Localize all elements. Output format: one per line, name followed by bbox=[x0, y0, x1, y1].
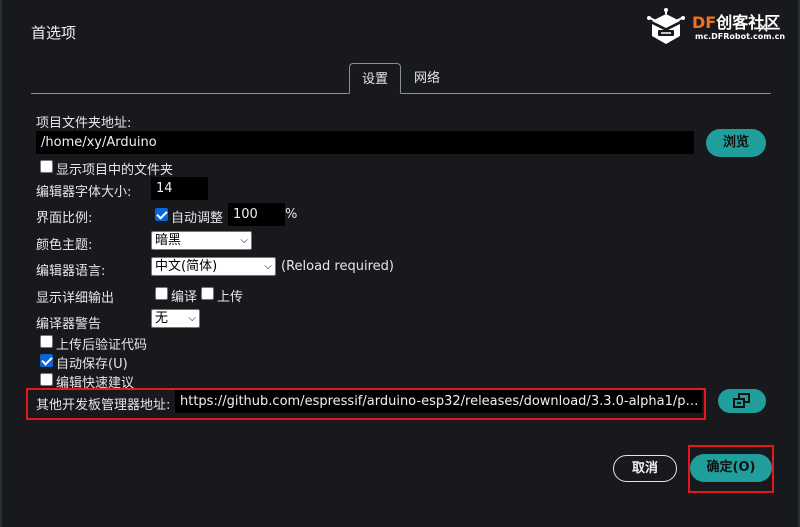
tab-settings[interactable]: 设置 bbox=[349, 63, 401, 94]
font-size-input[interactable]: 14 bbox=[151, 177, 208, 200]
theme-select[interactable]: 暗黑 ⌵ bbox=[151, 231, 252, 250]
language-select-value: 中文(简体) bbox=[155, 259, 218, 274]
ok-button[interactable]: 确定(O) bbox=[690, 454, 772, 482]
dialog-title: 首选项 bbox=[31, 24, 77, 42]
sketchbook-label: 项目文件夹地址: bbox=[36, 116, 132, 131]
watermark-brand-df: DF bbox=[692, 13, 717, 32]
theme-label: 颜色主题: bbox=[36, 238, 93, 253]
auto-scale-label: 自动调整 bbox=[171, 211, 224, 226]
browse-button[interactable]: 浏览 bbox=[706, 129, 766, 157]
preferences-dialog: 首选项 DF创客社区 mc.DFRobot.com.cn ✕ 设置 网络 项目文… bbox=[0, 0, 800, 527]
theme-select-value: 暗黑 bbox=[155, 233, 182, 248]
board-urls-label: 其他开发板管理器地址: bbox=[36, 398, 171, 413]
chevron-down-icon: ⌵ bbox=[264, 261, 272, 272]
verify-after-upload-checkbox[interactable] bbox=[40, 335, 53, 348]
verbose-upload-checkbox[interactable] bbox=[201, 287, 214, 300]
close-icon[interactable]: ✕ bbox=[755, 20, 771, 36]
verify-after-upload-label: 上传后验证代码 bbox=[56, 338, 148, 353]
watermark-url: mc.DFRobot.com.cn bbox=[695, 32, 786, 41]
chevron-down-icon: ⌵ bbox=[240, 235, 248, 246]
scale-input[interactable]: 100 bbox=[228, 203, 285, 226]
board-urls-input[interactable]: https://github.com/espressif/arduino-esp… bbox=[175, 390, 702, 413]
verbose-upload-label: 上传 bbox=[217, 290, 244, 305]
warnings-select-value: 无 bbox=[155, 311, 169, 326]
verbose-compile-checkbox[interactable] bbox=[155, 287, 168, 300]
open-window-icon bbox=[733, 393, 750, 408]
show-files-label: 显示项目中的文件夹 bbox=[56, 163, 174, 178]
auto-save-label: 自动保存(U) bbox=[56, 357, 128, 372]
show-files-checkbox[interactable] bbox=[40, 160, 53, 173]
auto-scale-checkbox[interactable] bbox=[155, 208, 168, 221]
language-select[interactable]: 中文(简体) ⌵ bbox=[151, 257, 276, 276]
dfrobot-watermark: DF创客社区 mc.DFRobot.com.cn bbox=[646, 6, 796, 46]
tab-bar-divider bbox=[31, 93, 771, 94]
language-reload-note: (Reload required) bbox=[281, 259, 394, 274]
robot-logo-icon bbox=[647, 8, 685, 44]
board-urls-edit-button[interactable] bbox=[718, 389, 766, 413]
dialog-left-edge bbox=[0, 0, 2, 527]
warnings-select[interactable]: 无 ⌵ bbox=[151, 309, 200, 328]
verbose-compile-label: 编译 bbox=[171, 290, 198, 305]
tab-network[interactable]: 网络 bbox=[407, 63, 447, 94]
scale-unit: % bbox=[285, 207, 298, 222]
language-label: 编辑器语言: bbox=[36, 264, 106, 279]
auto-save-checkbox[interactable] bbox=[40, 354, 53, 367]
cancel-button[interactable]: 取消 bbox=[613, 455, 677, 482]
quick-suggestions-checkbox[interactable] bbox=[40, 373, 53, 386]
verbose-label: 显示详细输出 bbox=[36, 291, 115, 306]
scale-label: 界面比例: bbox=[36, 211, 93, 226]
chevron-down-icon: ⌵ bbox=[188, 313, 196, 324]
font-size-label: 编辑器字体大小: bbox=[36, 185, 132, 200]
sketchbook-path-input[interactable]: /home/xy/Arduino bbox=[36, 131, 694, 154]
warnings-label: 编译器警告 bbox=[36, 317, 102, 332]
